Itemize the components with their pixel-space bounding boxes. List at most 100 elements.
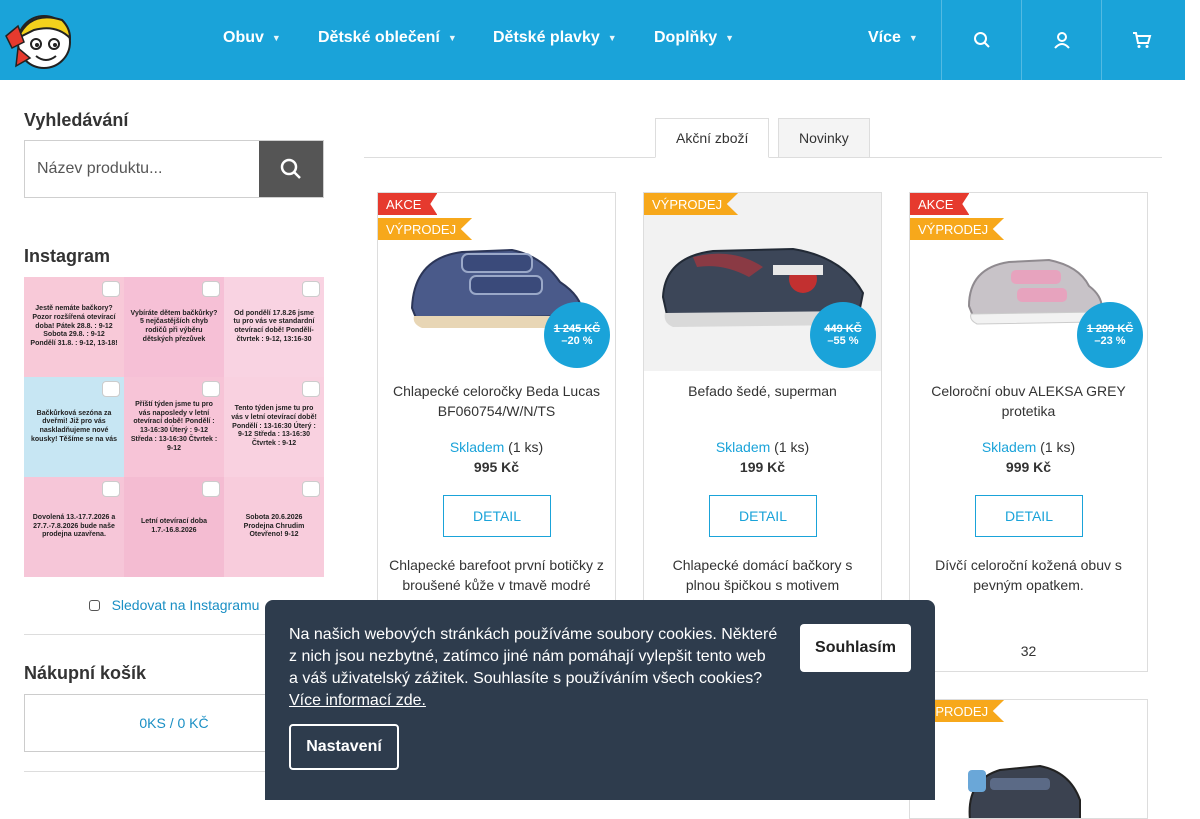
product-price: 995 Kč bbox=[473, 459, 520, 475]
stock-label: Skladem bbox=[981, 439, 1037, 455]
follow-label: Sledovat na Instagramu bbox=[111, 597, 260, 613]
instagram-post[interactable]: Od pondělí 17.8.26 jsme tu pro vás ve st… bbox=[224, 277, 324, 377]
logo-badge bbox=[202, 481, 220, 497]
flag-vyprodej: VÝPRODEJ bbox=[910, 218, 1005, 240]
instagram-post[interactable]: Vybíráte dětem bačkůrky? 5 nejčastějších… bbox=[124, 277, 224, 377]
login-button[interactable] bbox=[1021, 0, 1101, 80]
detail-button[interactable]: DETAIL bbox=[709, 495, 817, 537]
flag-akce: AKCE bbox=[378, 193, 438, 215]
cookie-settings-button[interactable]: Nastavení bbox=[289, 724, 399, 770]
tab-akcni-zbozi[interactable]: Akční zboží bbox=[655, 118, 770, 158]
instagram-post[interactable]: Bačkůrková sezóna za dveřmi! Již pro vás… bbox=[24, 377, 124, 477]
cookie-banner: Na našich webových stránkách používáme s… bbox=[265, 600, 935, 800]
detail-button[interactable]: DETAIL bbox=[975, 495, 1083, 537]
instagram-post[interactable]: Příští týden jsme tu pro vás naposledy v… bbox=[124, 377, 224, 477]
chevron-down-icon: ▼ bbox=[447, 33, 457, 43]
search-icon bbox=[280, 158, 301, 179]
search-input[interactable] bbox=[25, 141, 259, 197]
post-text: Dovolená 13.-17.7.2026 a 27.7.-7.8.2026 … bbox=[32, 513, 116, 539]
discount-badge: 1 245 KČ –20 % bbox=[544, 302, 610, 368]
stock-status: Skladem (1 ks) bbox=[910, 439, 1147, 455]
discount-percent: –55 % bbox=[827, 335, 859, 347]
instagram-post[interactable]: Sobota 20.6.2026 Prodejna Chrudim Otevře… bbox=[224, 477, 324, 577]
instagram-post[interactable]: Letní otevírací doba 1.7.-16.8.2026 bbox=[124, 477, 224, 577]
cookie-message: Na našich webových stránkách používáme s… bbox=[289, 626, 778, 687]
nav-doplnky[interactable]: Doplňky ▼ bbox=[654, 29, 734, 47]
flag-vyprodej: VÝPRODEJ bbox=[644, 193, 739, 215]
flag-label: AKCE bbox=[918, 196, 954, 212]
tab-novinky[interactable]: Novinky bbox=[778, 118, 870, 158]
chevron-down-icon: ▼ bbox=[271, 33, 281, 43]
cart-icon bbox=[1132, 32, 1151, 48]
search-icon bbox=[973, 32, 990, 48]
logo[interactable] bbox=[4, 8, 74, 72]
search-submit-button[interactable] bbox=[259, 141, 323, 197]
nav-detske-plavky[interactable]: Dětské plavky ▼ bbox=[493, 29, 617, 47]
post-text: Jestě nemáte bačkory? Pozor rozšířená ot… bbox=[30, 305, 118, 348]
product-price: 199 Kč bbox=[739, 459, 786, 475]
product-card[interactable]: AKCE VÝPRODEJ 1 299 KČ –23 % Celoroční o… bbox=[909, 192, 1148, 672]
stock-status: Skladem (1 ks) bbox=[378, 439, 615, 455]
detail-label: DETAIL bbox=[739, 508, 787, 524]
logo-badge bbox=[302, 281, 320, 297]
post-text: Od pondělí 17.8.26 jsme tu pro vás ve st… bbox=[233, 309, 315, 343]
nav-vice[interactable]: Více ▼ bbox=[868, 29, 918, 47]
discount-percent: –23 % bbox=[1094, 335, 1126, 347]
stock-label: Skladem bbox=[449, 439, 505, 455]
cookie-accept-button[interactable]: Souhlasím bbox=[800, 624, 911, 672]
nav-obuv[interactable]: Obuv ▼ bbox=[223, 29, 281, 47]
post-text: Příští týden jsme tu pro vás naposledy v… bbox=[130, 400, 218, 452]
instagram-title: Instagram bbox=[24, 246, 111, 266]
sandal-image bbox=[968, 764, 1081, 818]
logo-badge bbox=[102, 381, 120, 397]
post-text: Bačkůrková sezóna za dveřmi! Již pro vás… bbox=[31, 409, 117, 443]
nav-label: Dětské plavky bbox=[493, 29, 600, 46]
product-description: Dívčí celoroční kožená obuv s pevným opa… bbox=[935, 557, 1122, 593]
nav-label: Dětské oblečení bbox=[318, 29, 440, 46]
chevron-down-icon: ▼ bbox=[725, 33, 735, 43]
flag-label: VÝPRODEJ bbox=[918, 221, 989, 237]
logo-badge bbox=[102, 481, 120, 497]
old-price: 1 299 KČ bbox=[1086, 322, 1134, 335]
nav-detske-obleceni[interactable]: Dětské oblečení ▼ bbox=[318, 29, 457, 47]
nav-label: Obuv bbox=[223, 29, 264, 46]
stock-qty: (1 ks) bbox=[774, 439, 810, 455]
stock-status: Skladem (1 ks) bbox=[644, 439, 881, 455]
flag-label: VÝPRODEJ bbox=[386, 221, 457, 237]
post-text: Letní otevírací doba 1.7.-16.8.2026 bbox=[140, 518, 208, 534]
stock-label: Skladem bbox=[715, 439, 771, 455]
chevron-down-icon: ▼ bbox=[908, 33, 918, 43]
flag-label: VÝPRODEJ bbox=[652, 196, 723, 212]
product-card[interactable]: VÝPRODEJ bbox=[909, 699, 1148, 819]
product-name[interactable]: Celoroční obuv ALEKSA GREY protetika bbox=[922, 381, 1135, 421]
nav-label: Více bbox=[868, 29, 901, 46]
instagram-post[interactable]: Jestě nemáte bačkory? Pozor rozšířená ot… bbox=[24, 277, 124, 377]
detail-button[interactable]: DETAIL bbox=[443, 495, 551, 537]
cookie-more-info-link[interactable]: Více informací zde. bbox=[289, 692, 426, 709]
cart-title: Nákupní košík bbox=[24, 663, 147, 683]
detail-label: DETAIL bbox=[473, 508, 521, 524]
search-button[interactable] bbox=[941, 0, 1021, 80]
post-text: Tento týden jsme tu pro vás v letní otev… bbox=[231, 405, 317, 448]
old-price: 1 245 KČ bbox=[553, 322, 601, 335]
post-text: Sobota 20.6.2026 Prodejna Chrudim Otevře… bbox=[243, 513, 305, 539]
logo-badge bbox=[302, 381, 320, 397]
logo-badge bbox=[102, 281, 120, 297]
tab-label: Akční zboží bbox=[676, 130, 749, 146]
product-name[interactable]: Chlapecké celoročky Beda Lucas BF060754/… bbox=[390, 381, 603, 421]
instagram-post[interactable]: Tento týden jsme tu pro vás v letní otev… bbox=[224, 377, 324, 477]
stock-qty: (1 ks) bbox=[1040, 439, 1076, 455]
tab-label: Novinky bbox=[799, 130, 849, 146]
instagram-post[interactable]: Dovolená 13.-17.7.2026 a 27.7.-7.8.2026 … bbox=[24, 477, 124, 577]
logo-badge bbox=[302, 481, 320, 497]
user-icon bbox=[1053, 32, 1070, 49]
site-header: Obuv ▼ Dětské oblečení ▼ Dětské plavky ▼… bbox=[0, 0, 1185, 80]
product-name[interactable]: Befado šedé, superman bbox=[656, 381, 869, 401]
settings-label: Nastavení bbox=[306, 738, 382, 755]
cart-button[interactable] bbox=[1101, 0, 1181, 80]
flag-label: AKCE bbox=[386, 196, 422, 212]
old-price: 449 KČ bbox=[824, 322, 862, 335]
product-size: 32 bbox=[1020, 643, 1037, 659]
logo-badge bbox=[202, 281, 220, 297]
stock-qty: (1 ks) bbox=[508, 439, 544, 455]
